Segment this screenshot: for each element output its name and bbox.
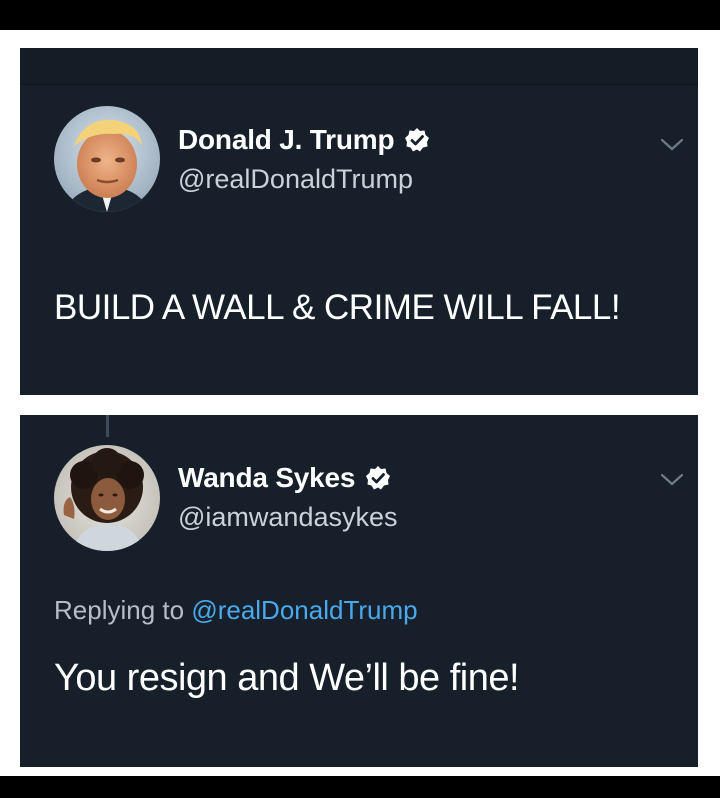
author-handle[interactable]: @iamwandasykes xyxy=(178,502,398,533)
author-handle[interactable]: @realDonaldTrump xyxy=(178,164,413,195)
author-name[interactable]: Donald J. Trump xyxy=(178,124,395,156)
author-row: Donald J. Trump xyxy=(178,124,430,156)
screenshot-page: Donald J. Trump @realDonaldTrump BUILD A… xyxy=(0,0,720,798)
profile-photo-woman-icon xyxy=(54,445,160,551)
author-name[interactable]: Wanda Sykes xyxy=(178,462,355,494)
author-row: Wanda Sykes xyxy=(178,462,391,494)
bottom-black-bar xyxy=(0,776,720,798)
chevron-down-icon[interactable] xyxy=(660,473,684,487)
tweet-card-trump[interactable]: Donald J. Trump @realDonaldTrump BUILD A… xyxy=(20,48,698,395)
profile-photo-man-icon xyxy=(54,106,160,212)
avatar[interactable] xyxy=(54,445,160,551)
replying-to-label: Replying to xyxy=(54,595,185,625)
card-top-strip xyxy=(20,48,698,85)
tweet-text: BUILD A WALL & CRIME WILL FALL! xyxy=(54,288,621,327)
thread-connector-line xyxy=(106,415,109,437)
chevron-down-icon[interactable] xyxy=(660,138,684,152)
replying-to-line: Replying to @realDonaldTrump xyxy=(54,595,418,626)
top-black-bar xyxy=(0,0,720,30)
avatar[interactable] xyxy=(54,106,160,212)
tweet-card-sykes[interactable]: Wanda Sykes @iamwandasykes Replying to @… xyxy=(20,415,698,767)
replying-to-handle-link[interactable]: @realDonaldTrump xyxy=(191,595,417,625)
verified-badge-icon xyxy=(366,466,391,490)
verified-badge-icon xyxy=(405,128,430,152)
tweet-text: You resign and We’ll be fine! xyxy=(54,657,520,699)
